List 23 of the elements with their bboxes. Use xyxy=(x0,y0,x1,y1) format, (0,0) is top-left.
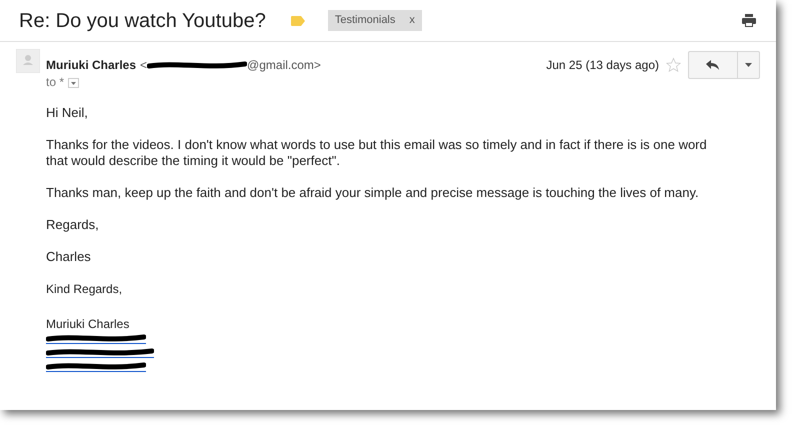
label-icon xyxy=(290,16,305,26)
avatar-icon xyxy=(16,49,40,73)
message-paragraph: Thanks for the videos. I don't know what words to use but this email was so timely and in fact if there is is one word that would describe the timing it would be "perfect". xyxy=(46,137,708,169)
sender-name: Muriuki Charles xyxy=(46,57,136,74)
reply-arrow-icon xyxy=(706,60,720,70)
more-button[interactable] xyxy=(738,51,760,79)
star-icon[interactable] xyxy=(665,57,682,73)
message-paragraph: Thanks man, keep up the faith and don't be afraid your simple and precise message is touching the lives of many. xyxy=(46,185,700,201)
sender-email: < @gmail.com> xyxy=(140,57,321,74)
message-paragraph: Regards, xyxy=(46,217,100,233)
signature-name: Muriuki Charles xyxy=(46,317,130,331)
caret-icon xyxy=(745,63,752,67)
details-dropdown[interactable] xyxy=(68,78,80,88)
recipient-text: to * xyxy=(46,74,64,91)
message-paragraph: Charles xyxy=(46,249,92,265)
email-date: Jun 25 (13 days ago) xyxy=(546,57,659,74)
message-paragraph: Hi Neil, xyxy=(46,105,89,121)
print-icon[interactable] xyxy=(742,14,756,27)
email-subject: Re: Do you watch Youtube? xyxy=(19,8,266,34)
signature-closing: Kind Regards, xyxy=(46,281,124,297)
caret-icon xyxy=(71,82,76,84)
label-chip[interactable]: Testimonials x xyxy=(328,10,422,31)
reply-button[interactable] xyxy=(688,51,738,79)
